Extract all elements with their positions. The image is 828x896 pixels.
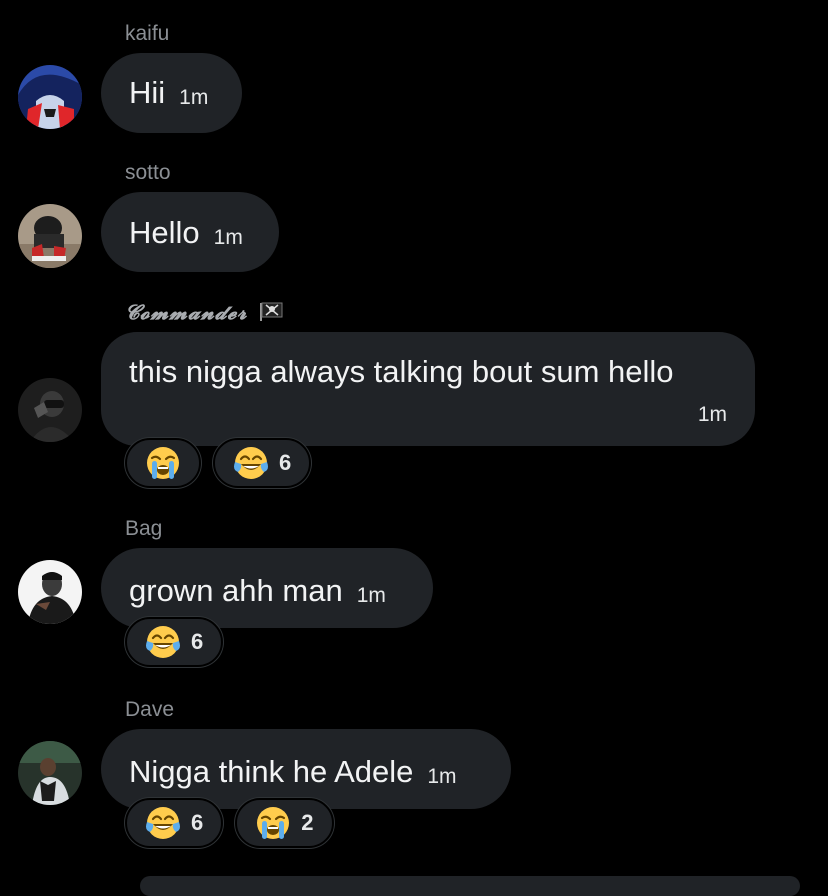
- message-bubble[interactable]: Hello 1m: [101, 192, 279, 272]
- sender-name[interactable]: kaifu: [125, 22, 169, 46]
- reaction-chip[interactable]: [125, 438, 201, 488]
- message-text: Hello: [129, 215, 200, 250]
- message-bubble[interactable]: Nigga think he Adele 1m: [101, 729, 511, 809]
- reaction-count: 6: [279, 450, 292, 475]
- avatar-image: [18, 204, 82, 268]
- avatar-image: [18, 65, 82, 129]
- face-with-tears-of-joy-icon: [145, 624, 181, 660]
- reaction-count: 6: [191, 810, 204, 835]
- message-text: Hii: [129, 75, 166, 110]
- reactions-row: 6: [125, 617, 224, 667]
- reaction-chip[interactable]: 6: [125, 798, 224, 848]
- face-with-tears-of-joy-icon: [233, 445, 269, 481]
- face-with-tears-of-joy-icon: [145, 805, 181, 841]
- loudly-crying-face-icon: [255, 805, 291, 841]
- avatar[interactable]: [18, 741, 82, 805]
- message-text: this nigga always talking bout sum hello: [129, 354, 674, 389]
- message-time: 1m: [697, 403, 727, 426]
- reaction-count: 2: [301, 810, 314, 835]
- message-bubble[interactable]: grown ahh man 1m: [101, 548, 433, 628]
- next-message-bubble[interactable]: [140, 876, 800, 896]
- avatar[interactable]: [18, 204, 82, 268]
- pirate-flag-icon: [260, 302, 283, 321]
- avatar[interactable]: [18, 378, 82, 442]
- reactions-row: 6: [125, 438, 312, 488]
- reaction-chip[interactable]: 6: [213, 438, 312, 488]
- reaction-count: 6: [191, 629, 204, 654]
- reactions-row: 6 2: [125, 798, 334, 848]
- sender-name[interactable]: Dave: [125, 698, 174, 722]
- avatar-image: [18, 560, 82, 624]
- sender-name-text: 𝓒𝓸𝓶𝓶𝓪𝓷𝓭𝓮𝓻: [125, 300, 248, 324]
- message-bubble[interactable]: this nigga always talking bout sum hello…: [101, 332, 755, 446]
- avatar[interactable]: [18, 560, 82, 624]
- message-time: 1m: [427, 765, 457, 788]
- message-text: Nigga think he Adele: [129, 754, 414, 789]
- sender-name[interactable]: 𝓒𝓸𝓶𝓶𝓪𝓷𝓭𝓮𝓻: [125, 300, 283, 324]
- message-text: grown ahh man: [129, 573, 343, 608]
- message-time: 1m: [356, 584, 386, 607]
- sender-name[interactable]: sotto: [125, 161, 171, 185]
- reaction-chip[interactable]: 2: [235, 798, 334, 848]
- message-bubble[interactable]: Hii 1m: [101, 53, 242, 133]
- loudly-crying-face-icon: [145, 445, 181, 481]
- avatar-image: [18, 741, 82, 805]
- message-time: 1m: [213, 226, 243, 249]
- sender-name[interactable]: Bag: [125, 517, 162, 541]
- avatar[interactable]: [18, 65, 82, 129]
- reaction-chip[interactable]: 6: [125, 617, 224, 667]
- avatar-image: [18, 378, 82, 442]
- message-time: 1m: [179, 86, 209, 109]
